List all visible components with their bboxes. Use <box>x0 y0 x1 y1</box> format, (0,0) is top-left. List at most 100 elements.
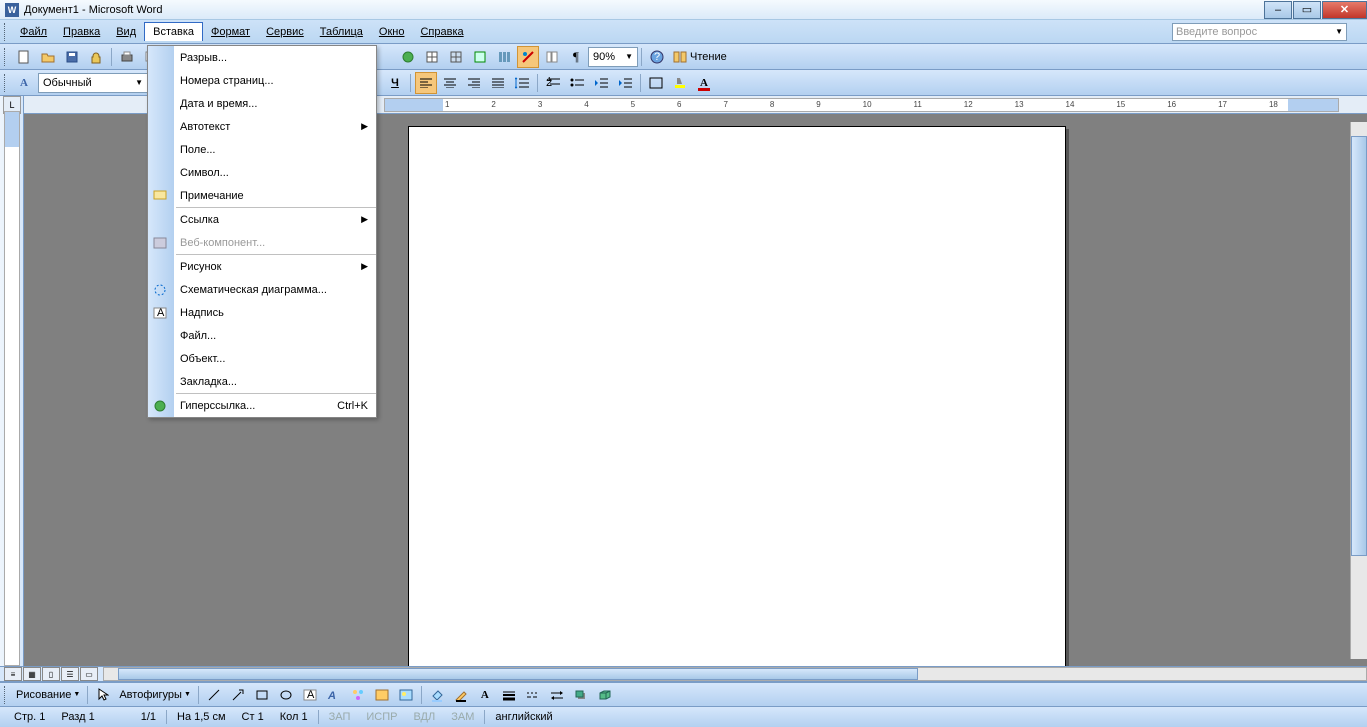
underline-button[interactable]: Ч <box>384 72 406 94</box>
reading-view-tab[interactable]: ▭ <box>80 667 98 681</box>
permission-button[interactable] <box>85 46 107 68</box>
status-language[interactable]: английский <box>489 711 558 723</box>
menu-item-hyperlink[interactable]: Гиперссылка...Ctrl+K <box>148 394 376 417</box>
insert-diagram-button[interactable] <box>347 684 369 706</box>
autoshapes-menu[interactable]: Автофигуры▼ <box>115 689 195 701</box>
menu-insert[interactable]: Вставка <box>144 22 203 41</box>
fill-color-button[interactable] <box>426 684 448 706</box>
decrease-indent-button[interactable] <box>590 72 612 94</box>
align-center-button[interactable] <box>439 72 461 94</box>
shadow-style-button[interactable] <box>570 684 592 706</box>
select-objects-button[interactable] <box>92 684 114 706</box>
menu-item-diagram[interactable]: Схематическая диаграмма... <box>148 278 376 301</box>
menu-item-field[interactable]: Поле... <box>148 138 376 161</box>
columns-button[interactable] <box>493 46 515 68</box>
status-rec[interactable]: ЗАП <box>323 711 357 723</box>
align-left-button[interactable] <box>415 72 437 94</box>
new-doc-button[interactable] <box>13 46 35 68</box>
menu-table[interactable]: Таблица <box>312 23 371 41</box>
normal-view-tab[interactable]: ≡ <box>4 667 22 681</box>
font-color-draw-button[interactable]: A <box>474 684 496 706</box>
zoom-select[interactable]: 90%▼ <box>588 47 638 67</box>
drawing-menu[interactable]: Рисование▼ <box>12 689 84 701</box>
close-button[interactable]: ✕ <box>1322 1 1367 19</box>
arrow-style-button[interactable] <box>546 684 568 706</box>
textbox-tool-button[interactable]: A <box>299 684 321 706</box>
menu-item-bookmark[interactable]: Закладка... <box>148 370 376 393</box>
align-justify-button[interactable] <box>487 72 509 94</box>
styles-pane-button[interactable]: A <box>13 72 35 94</box>
grip-handle-icon[interactable] <box>4 48 8 66</box>
bullet-list-button[interactable] <box>566 72 588 94</box>
increase-indent-button[interactable] <box>614 72 636 94</box>
menu-item-comment[interactable]: Примечание <box>148 184 376 207</box>
grip-handle-icon[interactable] <box>4 686 8 704</box>
web-layout-tab[interactable]: ▦ <box>23 667 41 681</box>
menu-item-web-component[interactable]: Веб-компонент... <box>148 231 376 254</box>
status-ovr[interactable]: ЗАМ <box>445 711 480 723</box>
reading-layout-button[interactable]: Чтение <box>669 46 731 68</box>
menu-item-autotext[interactable]: Автотекст▶ <box>148 115 376 138</box>
font-color-button[interactable]: A <box>693 72 715 94</box>
status-ext[interactable]: ВДЛ <box>407 711 441 723</box>
line-spacing-button[interactable] <box>511 72 533 94</box>
menu-item-reference[interactable]: Ссылка▶ <box>148 208 376 231</box>
menu-item-textbox[interactable]: A Надпись <box>148 301 376 324</box>
borders-button[interactable] <box>645 72 667 94</box>
menu-item-symbol[interactable]: Символ... <box>148 161 376 184</box>
print-button[interactable] <box>116 46 138 68</box>
outline-view-tab[interactable]: ☰ <box>61 667 79 681</box>
menu-item-date-time[interactable]: Дата и время... <box>148 92 376 115</box>
vertical-ruler[interactable]: L <box>0 96 24 666</box>
dash-style-button[interactable] <box>522 684 544 706</box>
menu-item-picture[interactable]: Рисунок▶ <box>148 255 376 278</box>
insert-picture-button[interactable] <box>395 684 417 706</box>
menu-item-object[interactable]: Объект... <box>148 347 376 370</box>
rectangle-tool-button[interactable] <box>251 684 273 706</box>
line-color-button[interactable] <box>450 684 472 706</box>
menu-edit[interactable]: Правка <box>55 23 108 41</box>
help-button[interactable]: ? <box>646 46 668 68</box>
status-track[interactable]: ИСПР <box>360 711 403 723</box>
menu-view[interactable]: Вид <box>108 23 144 41</box>
minimize-button[interactable]: – <box>1264 1 1292 19</box>
help-search-input[interactable]: Введите вопрос ▼ <box>1172 23 1347 41</box>
wordart-button[interactable]: A <box>323 684 345 706</box>
style-select[interactable]: Обычный▼ <box>38 73 148 93</box>
tables-borders-button[interactable] <box>421 46 443 68</box>
numbered-list-button[interactable]: 12 <box>542 72 564 94</box>
menu-item-page-numbers[interactable]: Номера страниц... <box>148 69 376 92</box>
insert-clipart-button[interactable] <box>371 684 393 706</box>
menu-help[interactable]: Справка <box>412 23 471 41</box>
line-tool-button[interactable] <box>203 684 225 706</box>
grip-handle-icon[interactable] <box>4 74 8 92</box>
horizontal-scrollbar[interactable] <box>103 667 1367 681</box>
highlight-button[interactable] <box>669 72 691 94</box>
menu-file[interactable]: Файл <box>12 23 55 41</box>
document-page[interactable] <box>408 126 1066 666</box>
insert-table-button[interactable] <box>445 46 467 68</box>
line-style-button[interactable] <box>498 684 520 706</box>
doc-map-button[interactable] <box>541 46 563 68</box>
align-right-button[interactable] <box>463 72 485 94</box>
drawing-toggle-button[interactable] <box>517 46 539 68</box>
print-layout-tab[interactable]: ▯ <box>42 667 60 681</box>
insert-excel-button[interactable] <box>469 46 491 68</box>
vertical-scrollbar[interactable] <box>1350 122 1367 659</box>
oval-tool-button[interactable] <box>275 684 297 706</box>
menu-item-file[interactable]: Файл... <box>148 324 376 347</box>
3d-style-button[interactable] <box>594 684 616 706</box>
menu-format[interactable]: Формат <box>203 23 258 41</box>
menu-item-break[interactable]: Разрыв... <box>148 46 376 69</box>
show-formatting-button[interactable]: ¶ <box>565 46 587 68</box>
menu-bar: Файл Правка Вид Вставка Формат Сервис Та… <box>0 20 1367 44</box>
restore-button[interactable]: ▭ <box>1293 1 1321 19</box>
dropdown-icon[interactable]: ▼ <box>1335 27 1343 36</box>
open-button[interactable] <box>37 46 59 68</box>
menu-window[interactable]: Окно <box>371 23 413 41</box>
menu-tools[interactable]: Сервис <box>258 23 312 41</box>
arrow-tool-button[interactable] <box>227 684 249 706</box>
hyperlink-button[interactable] <box>397 46 419 68</box>
grip-handle-icon[interactable] <box>4 23 8 41</box>
save-button[interactable] <box>61 46 83 68</box>
